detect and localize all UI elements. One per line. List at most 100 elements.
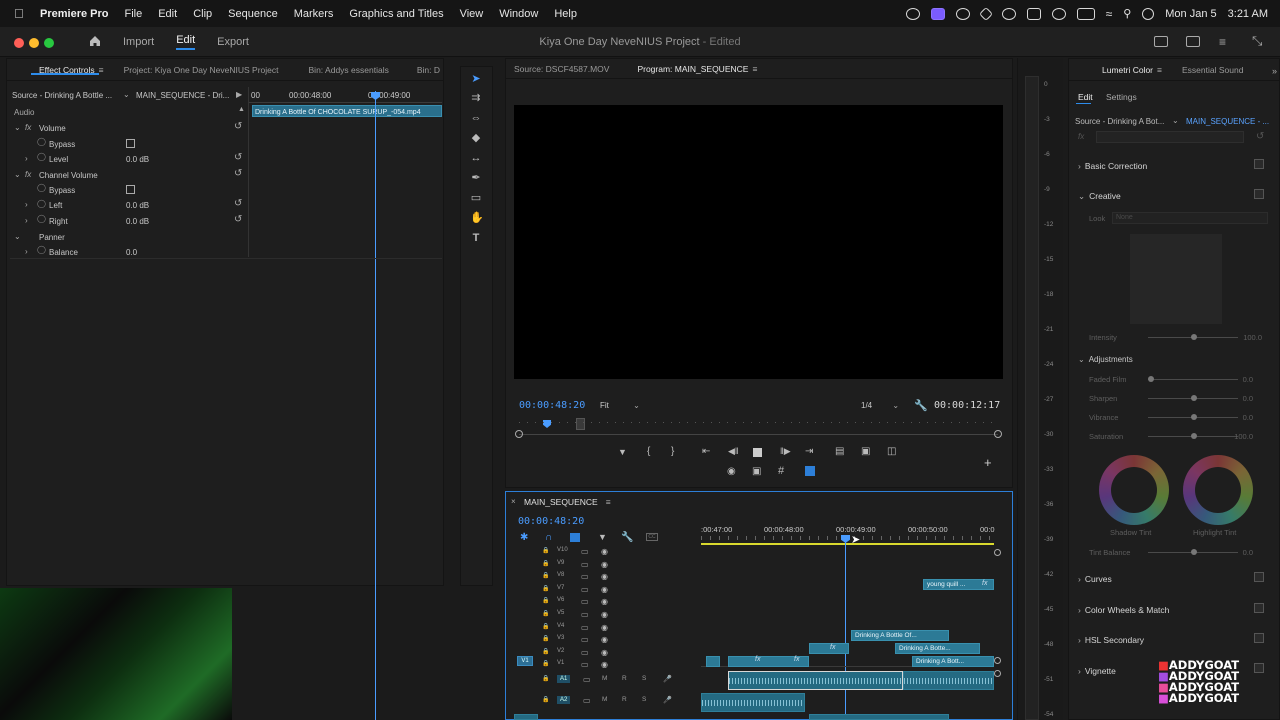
slip-tool-icon[interactable]: ↔ — [470, 152, 482, 164]
toggle-sync-icon[interactable]: ▭ — [581, 648, 589, 657]
razor-tool-icon[interactable]: ◆ — [470, 132, 482, 144]
ec-clip-bar[interactable]: Drinking A Bottle Of CHOCOLATE SURUP_-05… — [252, 105, 442, 117]
go-to-out-icon[interactable]: ⇥ — [805, 446, 813, 457]
scrub-end-handle[interactable] — [994, 430, 1002, 438]
timeline-timecode[interactable]: 00:00:48:20 — [518, 516, 584, 527]
nest-toggle-icon[interactable]: ✱ — [520, 532, 528, 543]
menu-edit[interactable]: Edit — [158, 8, 177, 20]
toggle-sync-icon[interactable]: ▭ — [581, 623, 589, 632]
zoom-window-button[interactable] — [44, 38, 54, 48]
hand-tool-icon[interactable]: ✋ — [470, 212, 484, 224]
track-label-v6[interactable]: V6 — [557, 597, 564, 603]
lock-icon[interactable]: 🔒 — [542, 660, 549, 667]
clip-v2-a[interactable] — [809, 643, 849, 654]
stopwatch-icon[interactable]: ◯ — [37, 214, 46, 223]
close-window-button[interactable] — [14, 38, 24, 48]
menubar-time[interactable]: 3:21 AM — [1228, 8, 1268, 20]
toggle-sync-icon[interactable]: ▭ — [581, 660, 589, 669]
expand-volume-icon[interactable]: ⌄ — [14, 123, 21, 132]
tab-program-monitor[interactable]: Program: MAIN_SEQUENCE ≡ — [619, 64, 767, 74]
track-label-a1[interactable]: A1 — [557, 675, 571, 683]
effect-select[interactable] — [1096, 131, 1244, 143]
lumetri-basic-correction[interactable]: › Basic Correction — [1078, 161, 1147, 171]
lumetri-creative[interactable]: ⌄ Creative — [1078, 191, 1121, 202]
button-editor-plus-icon[interactable]: + — [984, 455, 992, 470]
track-label-v5[interactable]: V5 — [557, 610, 564, 616]
reset-icon[interactable]: ↺ — [234, 121, 242, 132]
zoom-handle[interactable] — [994, 549, 1001, 556]
v-scroll-handle[interactable] — [994, 657, 1001, 664]
vignette-checkbox[interactable] — [1254, 663, 1264, 673]
audio-button-r[interactable]: R — [622, 696, 627, 703]
eye-icon[interactable]: ◉ — [601, 610, 608, 619]
slider-knob[interactable] — [1148, 376, 1154, 382]
menu-graphics[interactable]: Graphics and Titles — [349, 8, 443, 20]
menu-help[interactable]: Help — [554, 8, 577, 20]
obs-icon[interactable] — [955, 7, 970, 20]
toggle-sync-icon[interactable]: ▭ — [581, 560, 589, 569]
compare-view-icon[interactable]: ◫ — [887, 446, 896, 457]
reset-icon[interactable]: ↺ — [234, 168, 242, 179]
eye-icon[interactable]: ◉ — [601, 585, 608, 594]
workspaces-icon[interactable] — [1154, 36, 1168, 47]
left-value[interactable]: 0.0 dB — [126, 201, 149, 210]
resolution-dropdown[interactable]: 1/4 ⌄ — [861, 401, 899, 410]
lock-icon[interactable]: 🔒 — [542, 572, 549, 579]
pen-tool-icon[interactable]: ✒ — [470, 172, 482, 184]
apple-icon[interactable]:  — [14, 6, 28, 21]
ripple-edit-tool-icon[interactable]: ⇔ — [470, 112, 482, 124]
lock-icon[interactable]: 🔒 — [542, 597, 549, 604]
add-marker-icon[interactable]: ▼ — [598, 532, 607, 542]
track-label-v10[interactable]: V10 — [557, 547, 568, 553]
tab-bin-d[interactable]: Bin: D — [399, 65, 450, 75]
track-label-v4[interactable]: V4 — [557, 623, 564, 629]
play-triangle-icon[interactable]: ▶ — [236, 90, 242, 99]
expand-level-icon[interactable]: › — [25, 154, 28, 163]
audio-button-m[interactable]: M — [602, 696, 607, 703]
app-menu[interactable]: Premiere Pro — [40, 8, 108, 20]
lock-icon[interactable]: 🔒 — [542, 547, 549, 554]
slider-knob[interactable] — [1191, 414, 1197, 420]
slider-value[interactable]: 100.0 — [1223, 432, 1253, 441]
menu-view[interactable]: View — [460, 8, 484, 20]
clip-v3[interactable]: Drinking A Bottle Of... — [851, 630, 949, 641]
highlight-tint-wheel[interactable] — [1183, 455, 1253, 525]
creative-cloud-icon[interactable] — [905, 7, 920, 20]
track-label-v2[interactable]: V2 — [557, 648, 564, 654]
lock-icon[interactable]: 🔒 — [542, 623, 549, 630]
extract-icon[interactable]: ▣ — [861, 446, 870, 457]
audio-track-a3-header[interactable] — [514, 714, 538, 720]
type-tool-icon[interactable]: T — [470, 232, 482, 244]
play-icon[interactable] — [1051, 7, 1066, 20]
intensity-value[interactable]: 100.0 — [1232, 333, 1262, 342]
audio-button-s[interactable]: S — [642, 675, 646, 682]
tuning-icon[interactable] — [978, 6, 993, 21]
linked-selection-icon[interactable] — [570, 533, 580, 542]
clip-v1-c[interactable]: Drinking A Bott... — [912, 656, 994, 667]
lock-icon[interactable]: 🔒 — [542, 585, 549, 592]
program-timecode[interactable]: 00:00:48:20 — [519, 400, 585, 411]
wrench-settings-icon[interactable]: 🔧 — [914, 399, 928, 412]
lumetri-color-wheels[interactable]: › Color Wheels & Match — [1078, 605, 1169, 615]
toggle-sync-icon[interactable]: ▭ — [581, 635, 589, 644]
bypass-checkbox-2[interactable] — [126, 185, 135, 196]
go-to-in-icon[interactable]: ⇤ — [702, 446, 710, 457]
track-label-v8[interactable]: V8 — [557, 572, 564, 578]
eye-icon[interactable]: ◉ — [601, 648, 608, 657]
toggle-sync-icon[interactable]: ▭ — [581, 597, 589, 606]
audio-clip-a2[interactable] — [701, 693, 805, 712]
display-icon[interactable] — [1026, 7, 1041, 20]
mark-out-icon[interactable]: } — [671, 446, 674, 457]
tab-lumetri-color[interactable]: Lumetri Color ≡ — [1069, 65, 1172, 75]
track-label-v9[interactable]: V9 — [557, 560, 564, 566]
menu-sequence[interactable]: Sequence — [228, 8, 278, 20]
stopwatch-icon[interactable]: ◯ — [37, 152, 46, 161]
track-label-a2[interactable]: A2 — [557, 696, 571, 704]
scroll-up-icon[interactable]: ▲ — [238, 106, 245, 113]
track-label-v7[interactable]: V7 — [557, 585, 564, 591]
stopwatch-icon[interactable]: ◯ — [37, 183, 46, 192]
eye-icon[interactable]: ◉ — [601, 623, 608, 632]
close-sequence-icon[interactable]: × — [511, 497, 516, 506]
a-scroll-handle[interactable] — [994, 670, 1001, 677]
add-marker-icon[interactable]: ▼ — [618, 447, 627, 457]
